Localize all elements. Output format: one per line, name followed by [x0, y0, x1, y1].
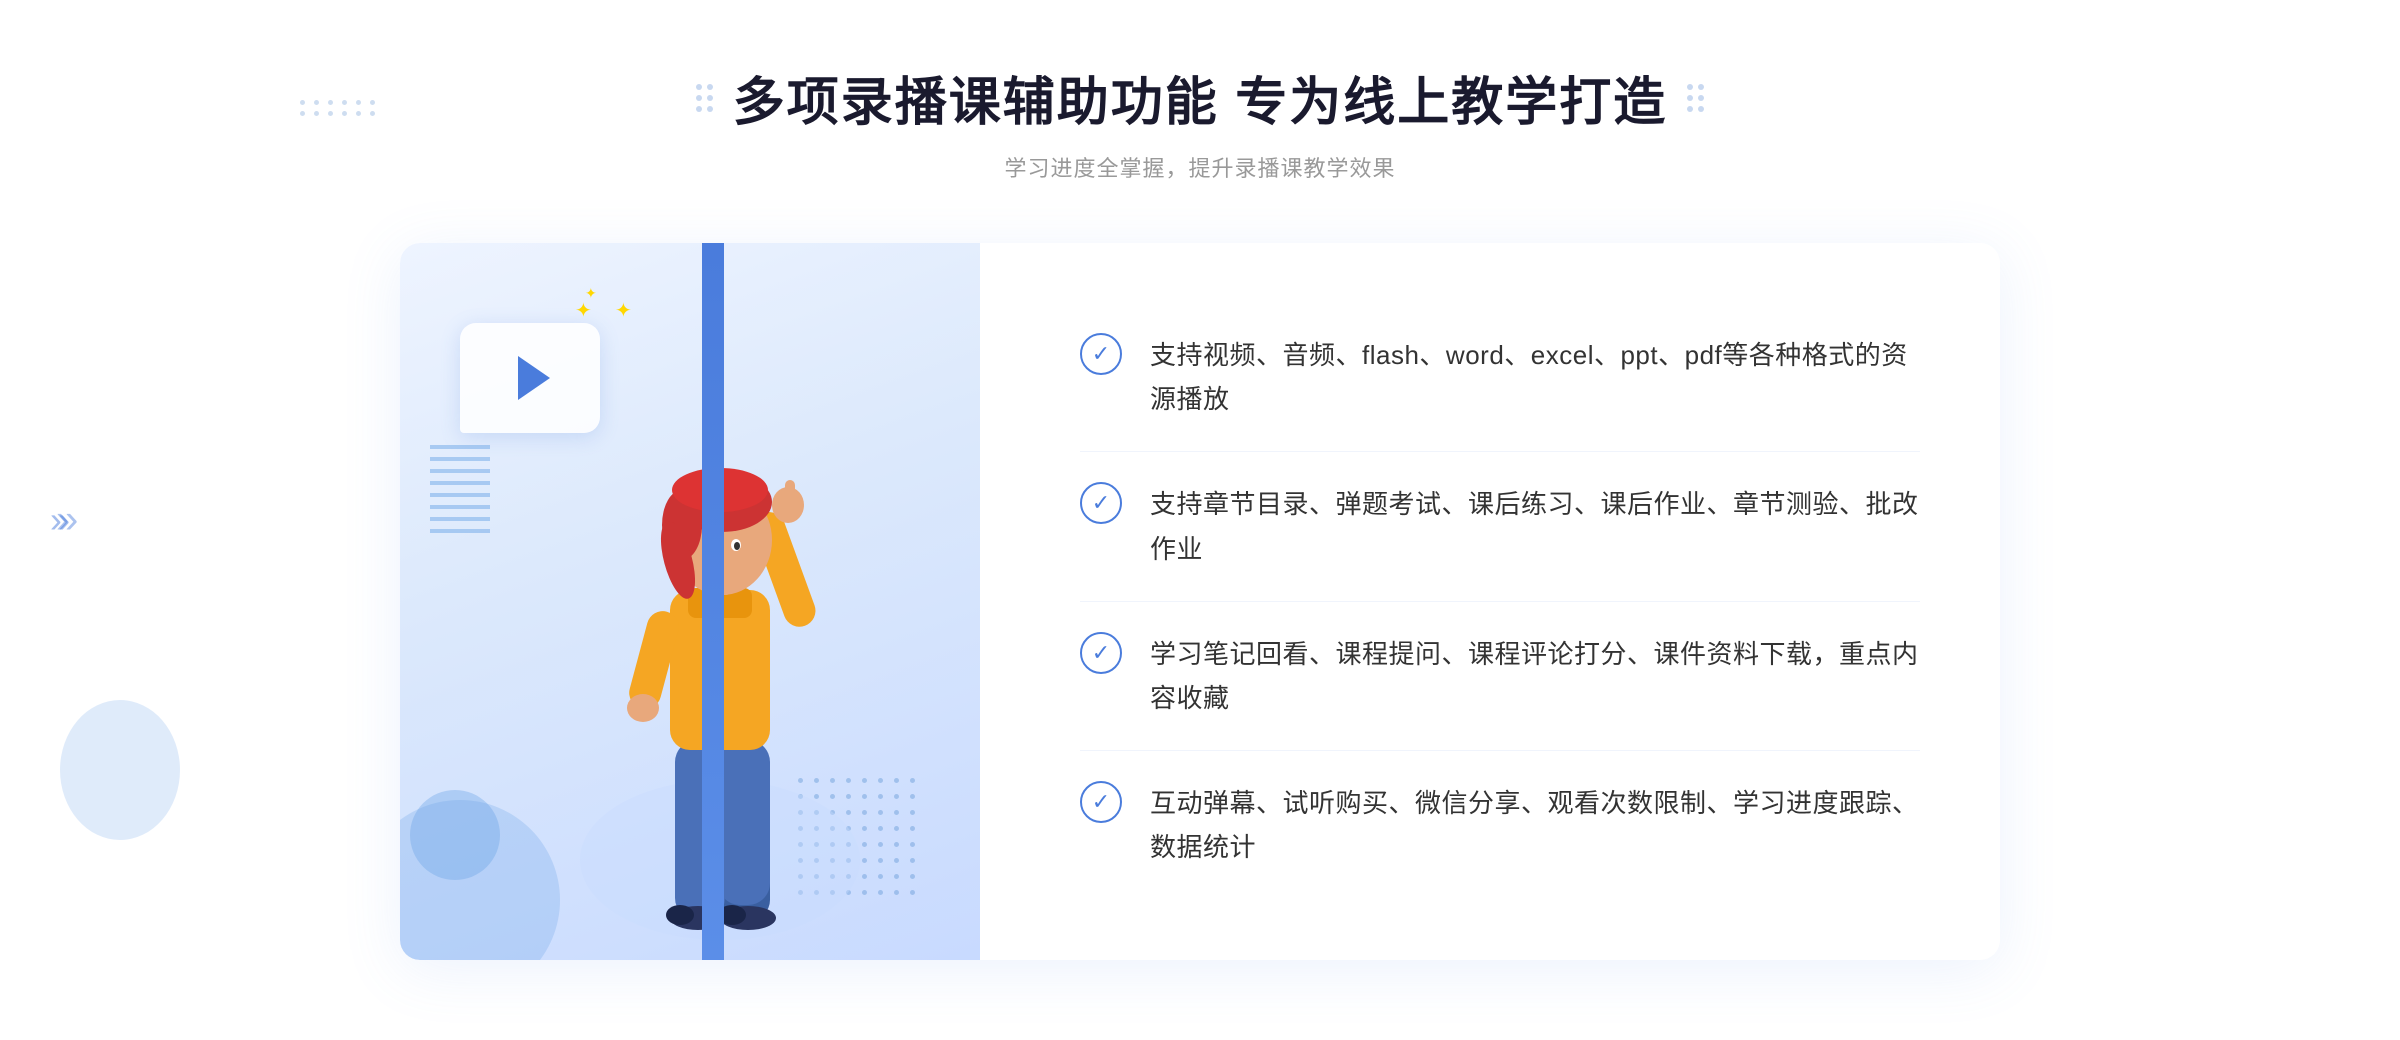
illustration-panel: ✦ ✦ ✦ — [400, 243, 980, 960]
page-left-chevrons: » — [56, 497, 78, 542]
corner-dots-top-left — [300, 100, 378, 116]
page-header: 多项录播课辅助功能 专为线上教学打造 — [696, 60, 1704, 135]
feature-text-4: 互动弹幕、试听购买、微信分享、观看次数限制、学习进度跟踪、数据统计 — [1150, 781, 1920, 869]
page-title: 多项录播课辅助功能 专为线上教学打造 — [733, 60, 1667, 135]
sparkle-icon-2: ✦ — [585, 285, 597, 302]
chevron-left-icon: » — [56, 497, 78, 542]
play-bubble — [460, 323, 600, 433]
play-icon — [518, 356, 550, 400]
check-circle-1: ✓ — [1080, 333, 1122, 375]
blob-left-decoration — [60, 700, 180, 840]
main-content: ✦ ✦ ✦ — [400, 243, 2000, 960]
accent-bar — [702, 243, 724, 960]
check-circle-3: ✓ — [1080, 632, 1122, 674]
feature-text-2: 支持章节目录、弹题考试、课后练习、课后作业、章节测验、批改作业 — [1150, 482, 1920, 570]
sparkle-icon-3: ✦ — [615, 298, 632, 323]
feature-item-2: ✓ 支持章节目录、弹题考试、课后练习、课后作业、章节测验、批改作业 — [1080, 452, 1920, 601]
check-icon-3: ✓ — [1092, 642, 1110, 664]
feature-item-4: ✓ 互动弹幕、试听购买、微信分享、观看次数限制、学习进度跟踪、数据统计 — [1080, 751, 1920, 899]
header-dots-right — [1687, 84, 1704, 112]
stripes-decoration — [430, 443, 490, 533]
feature-text-3: 学习笔记回看、课程提问、课程评论打分、课件资料下载，重点内容收藏 — [1150, 632, 1920, 720]
check-icon-2: ✓ — [1092, 492, 1110, 514]
check-icon-4: ✓ — [1092, 791, 1110, 813]
header-dots-left — [696, 84, 713, 112]
page-container: » 多项录播课辅助功能 专为线上教学打造 — [0, 0, 2400, 1040]
check-circle-4: ✓ — [1080, 781, 1122, 823]
page-subtitle: 学习进度全掌握，提升录播课教学效果 — [1004, 151, 1395, 183]
feature-item-3: ✓ 学习笔记回看、课程提问、课程评论打分、课件资料下载，重点内容收藏 — [1080, 602, 1920, 751]
feature-item-1: ✓ 支持视频、音频、flash、word、excel、ppt、pdf等各种格式的… — [1080, 303, 1920, 452]
check-circle-2: ✓ — [1080, 482, 1122, 524]
check-icon-1: ✓ — [1092, 343, 1110, 365]
feature-text-1: 支持视频、音频、flash、word、excel、ppt、pdf等各种格式的资源… — [1150, 333, 1920, 421]
blue-circle-small — [410, 790, 500, 880]
features-panel: ✓ 支持视频、音频、flash、word、excel、ppt、pdf等各种格式的… — [980, 243, 2000, 960]
